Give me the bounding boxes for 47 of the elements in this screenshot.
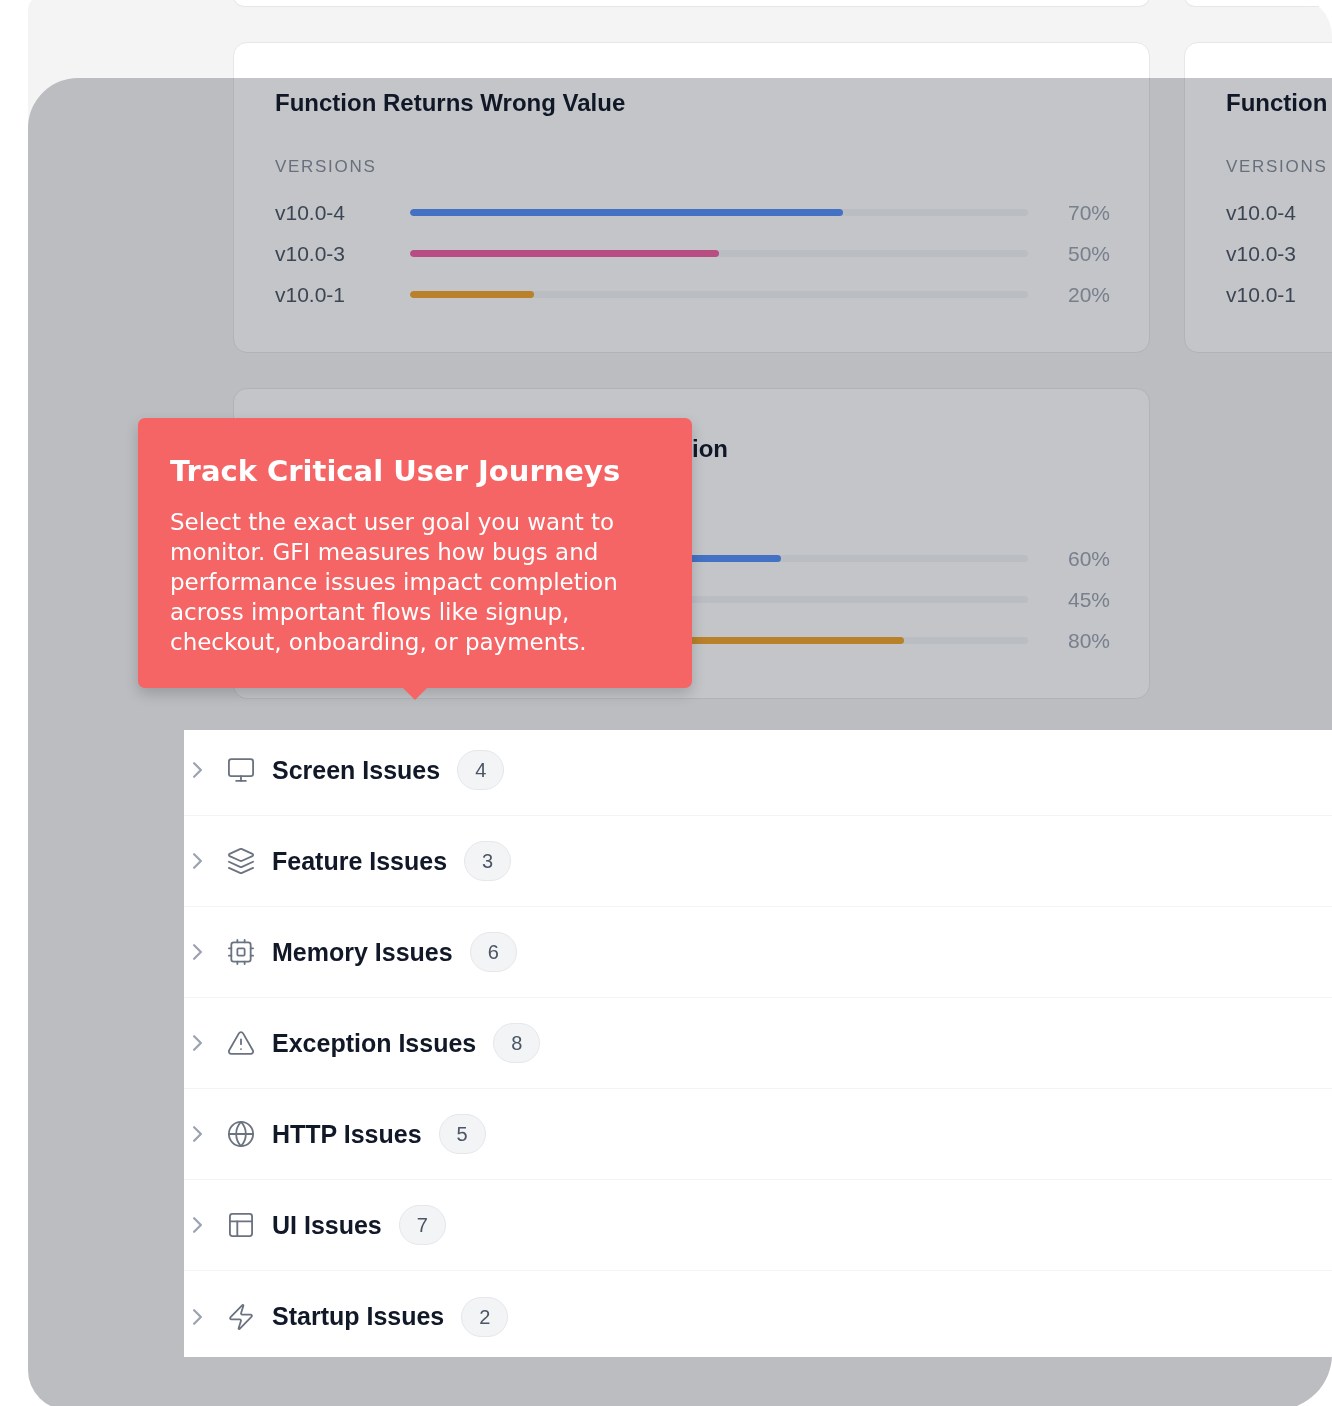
count-badge: 5 <box>438 1114 486 1154</box>
warning-triangle-icon <box>228 1031 254 1055</box>
category-label[interactable]: UI Issues <box>272 1212 382 1238</box>
version-label: v10.0-4 <box>275 202 346 223</box>
chevron-right-icon[interactable] <box>193 1308 202 1325</box>
chevron-right-icon[interactable] <box>193 944 202 960</box>
layers-icon <box>228 848 254 874</box>
version-label: v10.0-3 <box>275 243 346 264</box>
section-label: VERSIONS <box>1226 156 1328 178</box>
count-badge: 2 <box>461 1296 509 1337</box>
category-label[interactable]: Startup Issues <box>272 1304 445 1329</box>
count-badge: 7 <box>398 1205 446 1245</box>
category-label[interactable]: Feature Issues <box>272 848 448 874</box>
count-badge: 8 <box>493 1023 541 1063</box>
count-badge: 6 <box>469 932 517 972</box>
percent-label: 45% <box>1067 589 1110 610</box>
lightning-bolt-icon <box>229 1303 253 1330</box>
version-label: v10.0-1 <box>275 284 346 305</box>
card-title: Function Returns Wrong Value <box>275 88 626 118</box>
chevron-right-icon[interactable] <box>193 1217 202 1233</box>
chevron-right-icon[interactable] <box>193 1126 202 1142</box>
card-title: ion <box>692 434 728 464</box>
layout-icon <box>229 1213 253 1237</box>
tooltip-body: Select the exact user goal you want to monitor. GFI measures how bugs and performance issues impact completion across important flows like signup, checkout, onboarding, or payments. <box>170 508 619 657</box>
percent-label: 70% <box>1067 202 1110 223</box>
category-label[interactable]: HTTP Issues <box>272 1121 422 1147</box>
category-label[interactable]: Exception Issues <box>272 1030 477 1056</box>
monitor-icon <box>228 758 254 782</box>
section-label: VERSIONS <box>275 156 377 178</box>
card-title: Function <box>1226 88 1328 118</box>
category-label[interactable]: Screen Issues <box>272 757 441 783</box>
percent-label: 80% <box>1067 630 1110 651</box>
tooltip-title: Track Critical User Journeys <box>170 453 622 489</box>
percent-label: 50% <box>1067 243 1110 264</box>
percent-label: 60% <box>1067 548 1110 569</box>
category-label[interactable]: Memory Issues <box>272 939 453 965</box>
chevron-right-icon[interactable] <box>193 1035 202 1051</box>
count-badge: 4 <box>457 750 505 790</box>
chip-icon <box>228 939 254 965</box>
chevron-right-icon[interactable] <box>193 762 202 778</box>
version-label: v10.0-4 <box>1226 202 1297 223</box>
globe-icon <box>228 1121 254 1147</box>
percent-label: 20% <box>1067 284 1110 305</box>
count-badge: 3 <box>464 841 512 881</box>
chevron-right-icon[interactable] <box>193 853 202 869</box>
version-label: v10.0-3 <box>1226 243 1297 264</box>
version-label: v10.0-1 <box>1226 284 1297 305</box>
